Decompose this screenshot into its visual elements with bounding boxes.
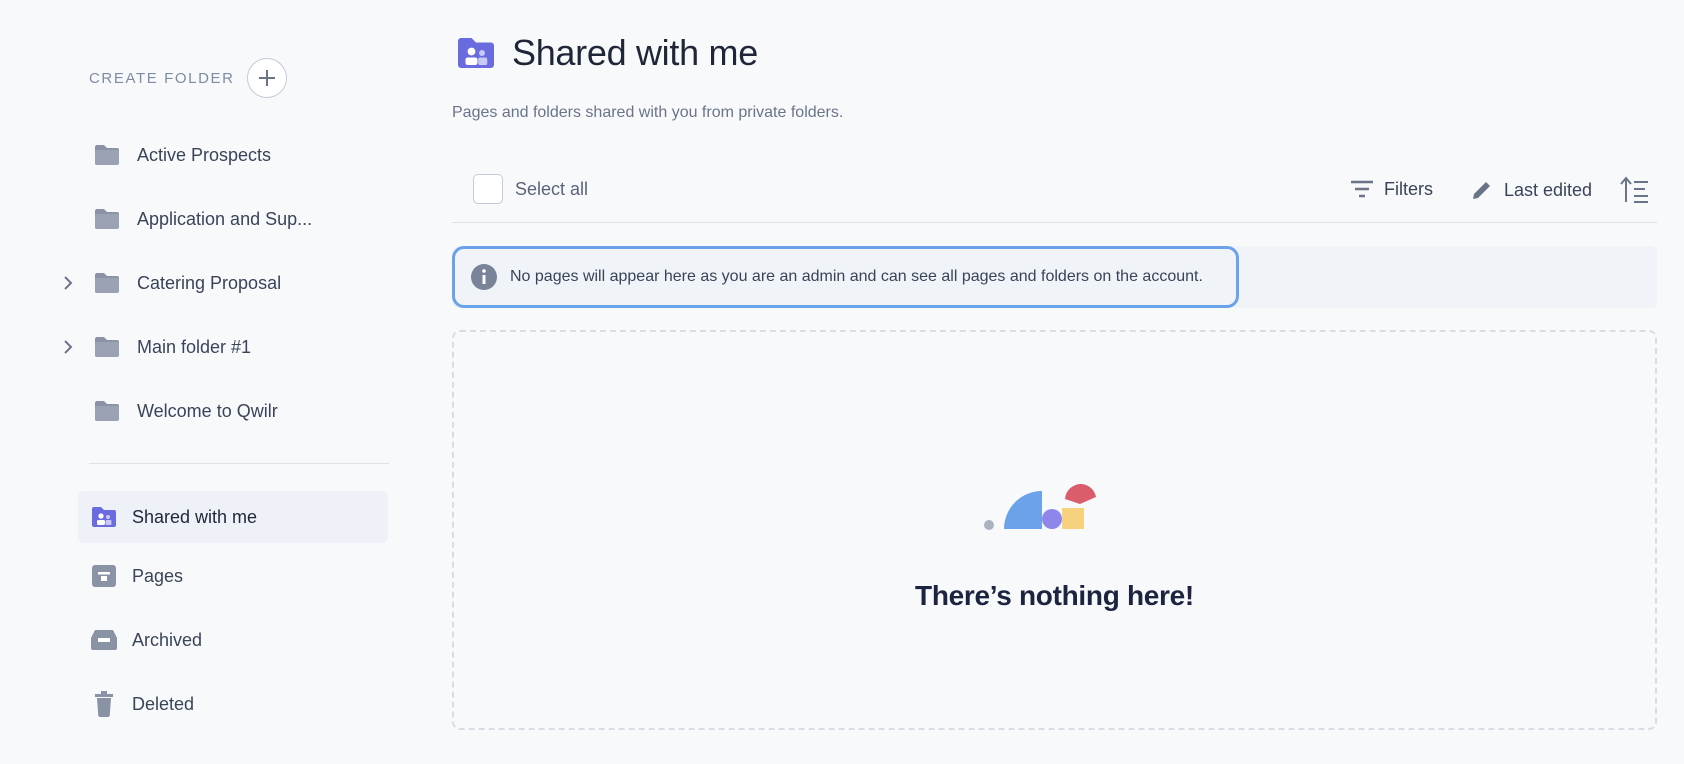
folder-icon <box>95 273 119 293</box>
select-all[interactable]: Select all <box>473 174 588 204</box>
folder-icon <box>95 145 119 165</box>
sidebar-item-label: Pages <box>132 565 184 586</box>
sidebar-item-pages[interactable]: Pages <box>78 550 388 602</box>
page-subtitle: Pages and folders shared with you from p… <box>452 104 844 121</box>
create-folder[interactable]: CREATE FOLDER <box>89 58 287 98</box>
sidebar-folder-label: Welcome to Qwilr <box>137 400 278 421</box>
filter-icon <box>1351 180 1373 198</box>
sidebar-folder-label: Active Prospects <box>137 144 272 165</box>
sidebar-folder-label: Application and Sup... <box>137 208 313 229</box>
info-banner: No pages will appear here as you are an … <box>452 246 1657 308</box>
sidebar-folder-main-folder-1[interactable]: Main folder #1 <box>60 325 390 369</box>
chevron-right-icon[interactable] <box>60 275 76 291</box>
create-folder-label: CREATE FOLDER <box>89 69 235 87</box>
create-folder-button[interactable] <box>246 58 287 98</box>
sidebar-item-archived[interactable]: Archived <box>78 614 388 666</box>
sort-label: Last edited <box>1504 179 1593 200</box>
info-message: No pages will appear here as you are an … <box>510 268 1203 285</box>
sidebar-folder-active-prospects[interactable]: Active Prospects <box>60 133 390 177</box>
sidebar-folder-label: Catering Proposal <box>137 272 282 293</box>
filters-label: Filters <box>1384 178 1433 199</box>
archive-icon <box>90 626 118 654</box>
sidebar-divider <box>89 463 389 464</box>
info-message-box: No pages will appear here as you are an … <box>452 246 1239 308</box>
sort-button[interactable]: Last edited <box>1470 178 1592 202</box>
empty-state: There’s nothing here! <box>452 330 1657 730</box>
sort-ascending-icon <box>1620 176 1648 203</box>
select-all-checkbox[interactable] <box>473 174 503 204</box>
pencil-icon <box>1473 182 1490 199</box>
shared-folder-icon <box>90 503 118 531</box>
sort-direction-button[interactable] <box>1620 176 1650 204</box>
empty-state-title: There’s nothing here! <box>915 580 1194 611</box>
folder-icon <box>95 209 119 229</box>
chevron-right-icon[interactable] <box>60 339 76 355</box>
page-header: Shared with me <box>455 32 758 74</box>
sidebar-item-label: Shared with me <box>132 506 258 527</box>
sidebar-folder-application[interactable]: Application and Sup... <box>60 197 390 241</box>
plus-icon <box>258 70 275 86</box>
sidebar-item-deleted[interactable]: Deleted <box>78 678 388 730</box>
filters-button[interactable]: Filters <box>1350 178 1433 200</box>
sidebar-folder-catering-proposal[interactable]: Catering Proposal <box>60 261 390 305</box>
folder-icon <box>95 337 119 357</box>
folder-icon <box>95 401 119 421</box>
pages-icon <box>90 562 118 590</box>
page-title: Shared with me <box>512 32 758 73</box>
sidebar-item-label: Archived <box>132 629 203 650</box>
info-icon <box>471 264 497 290</box>
main-content: Shared with me Pages and folders shared … <box>452 0 1657 764</box>
select-all-label: Select all <box>515 178 589 199</box>
sidebar-folder-label: Main folder #1 <box>137 336 252 357</box>
sidebar-folder-welcome[interactable]: Welcome to Qwilr <box>60 389 390 433</box>
trash-icon <box>90 690 118 718</box>
empty-illustration <box>984 484 1096 530</box>
shared-folder-icon <box>458 38 494 68</box>
sidebar-item-shared-with-me[interactable]: Shared with me <box>78 491 388 543</box>
list-toolbar: Select all Filters Last edited <box>452 160 1657 223</box>
sidebar: CREATE FOLDER Active Prospects Applicati… <box>0 0 420 764</box>
sidebar-item-label: Deleted <box>132 693 195 714</box>
